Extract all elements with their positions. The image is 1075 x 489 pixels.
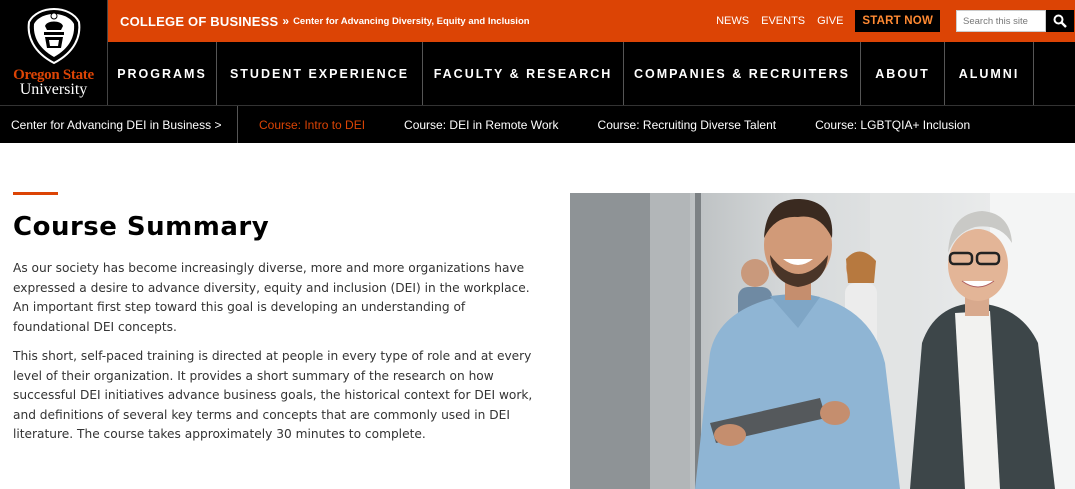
nav-companies-recruiters[interactable]: COMPANIES & RECRUITERS xyxy=(624,42,861,105)
nav-programs[interactable]: PROGRAMS xyxy=(108,42,217,105)
osu-seal-icon xyxy=(27,7,80,65)
page-title: Course Summary xyxy=(13,212,270,242)
sub-navigation: Center for Advancing DEI in Business > C… xyxy=(0,105,1075,143)
search-input[interactable] xyxy=(956,10,1046,32)
give-link[interactable]: GIVE xyxy=(817,15,843,27)
search-icon xyxy=(1053,14,1067,28)
summary-paragraph-1: As our society has become increasingly d… xyxy=(13,261,530,334)
nav-student-experience[interactable]: STUDENT EXPERIENCE xyxy=(217,42,423,105)
heading-accent-line xyxy=(13,192,58,195)
subnav-center-home[interactable]: Center for Advancing DEI in Business > xyxy=(0,106,238,143)
hero-photo xyxy=(570,193,1075,489)
nav-alumni[interactable]: ALUMNI xyxy=(945,42,1034,105)
subnav-recruiting-diverse-talent[interactable]: Course: Recruiting Diverse Talent xyxy=(598,118,777,132)
center-link[interactable]: Center for Advancing Diversity, Equity a… xyxy=(293,16,529,27)
college-link[interactable]: COLLEGE OF BUSINESS xyxy=(120,14,278,29)
nav-about[interactable]: ABOUT xyxy=(861,42,945,105)
breadcrumb-separator: » xyxy=(282,14,290,28)
logo-text-line1: Oregon State xyxy=(13,67,94,83)
utility-bar: COLLEGE OF BUSINESS » Center for Advanci… xyxy=(108,0,1075,42)
subnav-intro-to-dei[interactable]: Course: Intro to DEI xyxy=(259,118,365,132)
logo-text-line2: University xyxy=(19,81,88,98)
subnav-dei-remote-work[interactable]: Course: DEI in Remote Work xyxy=(404,118,559,132)
utility-links: NEWS EVENTS GIVE START NOW xyxy=(716,10,1075,32)
events-link[interactable]: EVENTS xyxy=(761,15,805,27)
osu-logo[interactable]: Oregon State University xyxy=(0,0,108,105)
search-button[interactable] xyxy=(1046,10,1074,32)
main-navigation: PROGRAMS STUDENT EXPERIENCE FACULTY & RE… xyxy=(108,42,1075,105)
subnav-lgbtqia-inclusion[interactable]: Course: LGBTQIA+ Inclusion xyxy=(815,118,970,132)
nav-faculty-research[interactable]: FACULTY & RESEARCH xyxy=(423,42,624,105)
start-now-button[interactable]: START NOW xyxy=(855,10,940,32)
news-link[interactable]: NEWS xyxy=(716,15,749,27)
summary-paragraph-2: This short, self-paced training is direc… xyxy=(13,349,533,442)
